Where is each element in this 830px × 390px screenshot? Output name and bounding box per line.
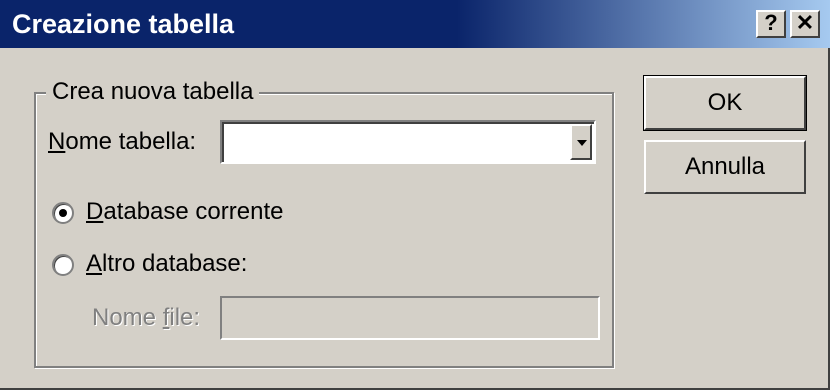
file-name-label-text: ile:	[169, 304, 201, 331]
chevron-down-icon	[577, 140, 587, 146]
table-name-label-mnemonic: N	[48, 128, 66, 155]
window-title: Creazione tabella	[12, 9, 235, 39]
close-button[interactable]: ✕	[790, 10, 820, 38]
file-name-input[interactable]	[220, 296, 600, 340]
help-icon: ?	[764, 10, 778, 35]
radio-selected-dot	[59, 209, 67, 217]
radio-other-mnemonic: A	[86, 250, 103, 277]
radio-current-database[interactable]	[52, 202, 74, 224]
create-table-dialog: Creazione tabella ? ✕ Crea nuova tabella…	[0, 0, 830, 390]
table-name-combobox[interactable]	[220, 120, 596, 164]
radio-other-database[interactable]	[52, 254, 74, 276]
radio-current-database-label[interactable]: Database corrente	[86, 198, 283, 226]
table-name-label: Nome tabella:	[48, 128, 196, 156]
table-name-input-area[interactable]	[222, 122, 594, 162]
ok-button[interactable]: OK	[643, 75, 807, 131]
table-name-label-text: ome tabella:	[65, 128, 197, 155]
file-name-label: Nome file:	[92, 304, 200, 332]
radio-current-text: atabase corrente	[103, 198, 284, 225]
cancel-button[interactable]: Annulla	[644, 140, 806, 194]
close-icon: ✕	[795, 10, 815, 35]
radio-current-mnemonic: D	[86, 198, 104, 225]
radio-other-text: ltro database:	[102, 250, 248, 277]
group-legend: Crea nuova tabella	[46, 78, 260, 106]
file-name-label-pre: Nome	[92, 304, 163, 331]
title-bar[interactable]: Creazione tabella ? ✕	[0, 0, 830, 48]
help-button[interactable]: ?	[756, 10, 786, 38]
table-name-dropdown-button[interactable]	[570, 124, 592, 160]
radio-other-database-label[interactable]: Altro database:	[86, 250, 247, 278]
